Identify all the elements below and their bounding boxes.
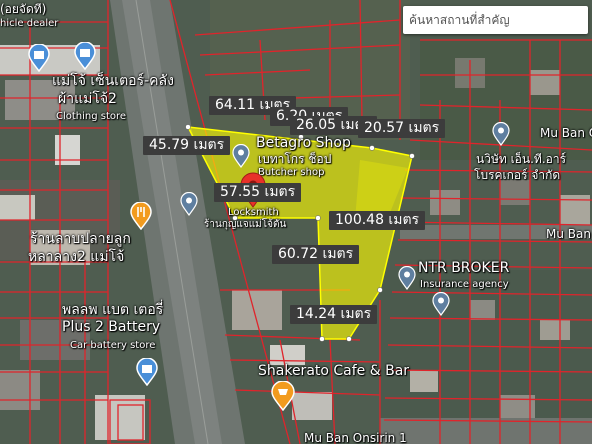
cafe-icon[interactable]	[271, 381, 295, 411]
broker-pin-icon[interactable]	[398, 266, 416, 290]
measurement-label: 57.55 เมตร	[214, 183, 302, 202]
measurement-label: 60.72 เมตร	[272, 245, 360, 264]
road-label-moo-ban-2: Mu Ban	[546, 227, 591, 241]
shopping-bag-icon[interactable]	[28, 44, 50, 72]
poi-clothing-category: Clothing store	[56, 111, 127, 122]
poi-betagro-category: Butcher shop	[258, 167, 325, 178]
poi-battery-category: Car battery store	[70, 340, 156, 351]
clothing-store-icon[interactable]	[74, 42, 96, 70]
poi-ntr-name: NTR BROKER	[418, 260, 510, 276]
measurement-label: 20.57 เมตร	[358, 119, 446, 138]
poi-battery-name-1: พลลพ แบต เตอรี่	[62, 302, 164, 318]
poi-ntr-category: Insurance agency	[420, 279, 509, 290]
map-view[interactable]: (อยจัดที) hicle dealer แม่โจ้ เซ็นเตอร์-…	[0, 0, 592, 444]
poi-dealer-category: hicle dealer	[0, 18, 59, 29]
poi-locksmith-thai: ร้านกุญแจแม่โจ้ตัน	[204, 219, 287, 230]
poi-shop-thai-1: ร้านลาบปลายลูก	[30, 231, 131, 247]
insurance-agency-icon[interactable]	[492, 122, 510, 146]
poi-ntr-thai-2: โบรคเกอร์ จำกัด	[474, 168, 561, 182]
restaurant-icon[interactable]	[130, 202, 152, 230]
place-pin-icon[interactable]	[432, 292, 450, 316]
poi-betagro-thai: เบทาโกร ช็อป	[258, 152, 332, 166]
measurement-label: 14.24 เมตร	[290, 305, 378, 324]
road-label-bottom: Mu Ban Onsirin 1	[304, 431, 407, 444]
measurement-label: 100.48 เมตร	[329, 211, 426, 230]
poi-shop-thai-2: หลาลาง2 แม่โจ้	[28, 249, 125, 265]
road-label-moo-ban-1: Mu Ban O	[540, 126, 592, 140]
battery-store-icon[interactable]	[136, 358, 158, 386]
poi-clothing-name-1: แม่โจ้ เซ็นเตอร์-คลัง	[52, 73, 174, 89]
poi-clothing-name-2: ผ้าแม่โจ้2	[58, 91, 117, 107]
butcher-shop-icon[interactable]	[232, 144, 250, 168]
search-box[interactable]	[403, 6, 588, 34]
poi-betagro-name: Betagro Shop	[256, 135, 351, 151]
measurement-label: 45.79 เมตร	[143, 136, 231, 155]
locksmith-icon[interactable]	[180, 192, 198, 216]
poi-dealer-name: (อยจัดที)	[0, 2, 47, 16]
poi-battery-name-2: Plus 2 Battery	[62, 319, 161, 335]
search-input[interactable]	[403, 6, 588, 34]
poi-ntr-thai-1: นวิษัท เอ็น.ที.อาร์	[476, 152, 567, 166]
poi-cafe-name: Shakerato Cafe & Bar	[258, 363, 410, 379]
